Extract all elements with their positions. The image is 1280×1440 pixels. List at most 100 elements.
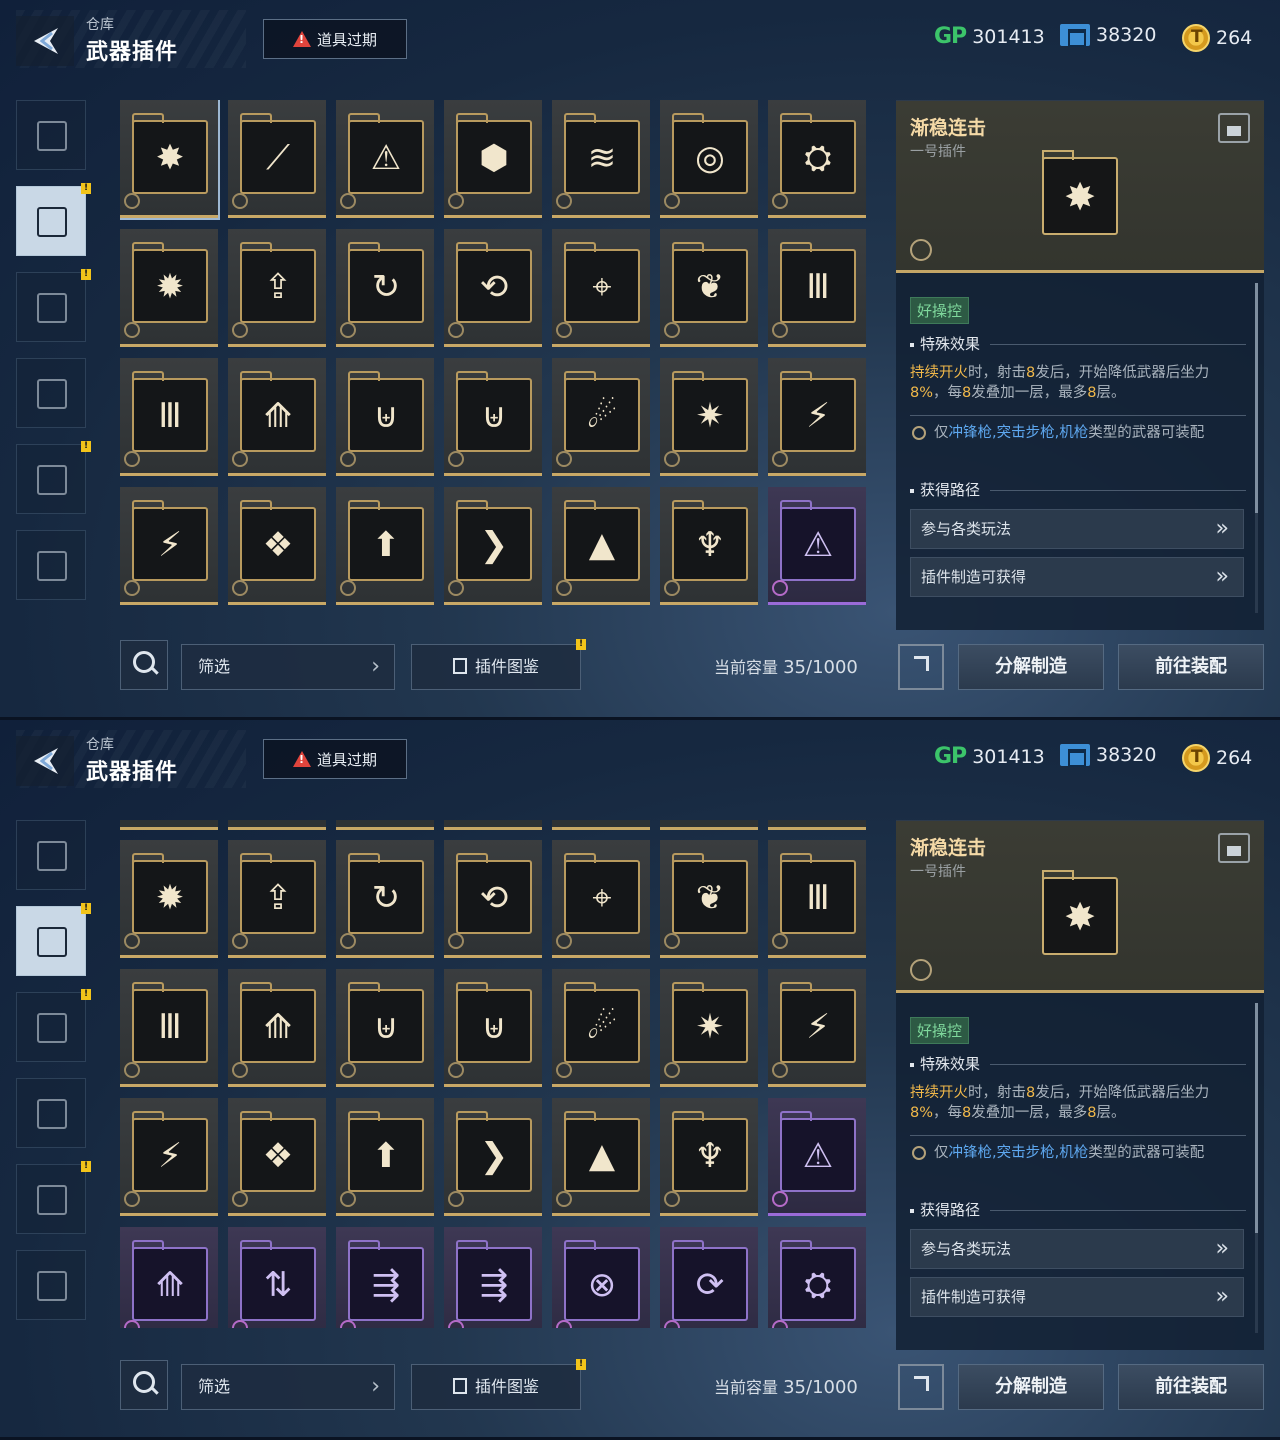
plugin-slot[interactable]: ⟳ [660, 1227, 758, 1328]
rail-item-plugin[interactable]: ! [16, 183, 91, 256]
rail-item-gun[interactable] [16, 100, 86, 170]
plugin-slot[interactable]: ▲ [552, 1098, 650, 1216]
plugin-slot[interactable]: ⟲ [444, 840, 542, 958]
rail-item-grenade[interactable]: ! [16, 989, 91, 1062]
lock-icon[interactable] [1218, 113, 1250, 143]
plugin-slot[interactable]: ❦ [660, 840, 758, 958]
plugin-slot[interactable]: ⇪ [228, 840, 326, 958]
rail-item-badge[interactable] [16, 530, 86, 600]
route-play-modes[interactable]: 参与各类玩法 » [910, 1229, 1244, 1269]
detail-scrollbar[interactable] [1255, 1003, 1258, 1333]
rail-item-character[interactable]: ! [16, 441, 91, 514]
plugin-slot[interactable]: ⚡ [120, 1098, 218, 1216]
plugin-slot[interactable]: Ⅲ [768, 229, 866, 347]
share-icon[interactable] [898, 1364, 944, 1410]
plugin-slot[interactable]: ❯ [444, 1098, 542, 1216]
plugin-slot[interactable]: ≋ [552, 100, 650, 218]
plugin-slot[interactable]: ⟋ [228, 100, 326, 218]
plugin-slot[interactable]: ⚡ [120, 487, 218, 605]
plugin-slot[interactable]: ◎ [660, 100, 758, 218]
plugin-slot[interactable]: ✷ [660, 358, 758, 476]
plugin-slot[interactable]: ⚡ [768, 969, 866, 1087]
back-button[interactable] [16, 736, 74, 786]
route-crafting[interactable]: 插件制造可获得 » [910, 1277, 1244, 1317]
rail-item-badge[interactable] [16, 1250, 86, 1320]
rail-item-gun[interactable] [16, 820, 86, 890]
plugin-slot[interactable]: ⊎ [444, 969, 542, 1087]
plugin-frame: Ⅲ [132, 982, 208, 1063]
rail-item-skin[interactable] [16, 358, 86, 428]
plugin-slot[interactable]: ↻ [336, 840, 434, 958]
filter-dropdown[interactable]: 筛选 › [181, 1364, 395, 1410]
plugin-slot[interactable]: ✹ [120, 840, 218, 958]
decompose-button[interactable]: 分解制造 [958, 1364, 1104, 1410]
plugin-frame: ✷ [672, 982, 748, 1063]
lock-icon[interactable] [1218, 833, 1250, 863]
expired-items-button[interactable]: 道具过期 [263, 19, 407, 59]
plugin-slot[interactable]: ☄ [552, 969, 650, 1087]
share-icon[interactable] [898, 644, 944, 690]
plugin-frame: ≋ [564, 113, 640, 194]
plugin-slot[interactable]: ☄ [552, 358, 650, 476]
double-chevron-icon: » [1215, 516, 1229, 541]
detail-scrollbar[interactable] [1255, 283, 1258, 613]
route-crafting[interactable]: 插件制造可获得 » [910, 557, 1244, 597]
plugin-slot[interactable]: ⟰ [228, 358, 326, 476]
plugin-slot[interactable]: ↻ [336, 229, 434, 347]
plugin-slot[interactable]: ⌖ [552, 229, 650, 347]
plugin-slot[interactable]: ⇅ [228, 1227, 326, 1328]
plugin-frame: ♆ [672, 500, 748, 581]
plugin-slot[interactable]: ⬆ [336, 1098, 434, 1216]
plugin-slot[interactable]: Ⅲ [120, 358, 218, 476]
plugin-slot[interactable]: ❦ [660, 229, 758, 347]
plugin-slot[interactable]: ⌖ [552, 840, 650, 958]
plugin-slot[interactable]: ❖ [228, 487, 326, 605]
plugin-slot[interactable]: ♆ [660, 1098, 758, 1216]
rail-item-skin[interactable] [16, 1078, 86, 1148]
plugin-slot[interactable]: ⟲ [444, 229, 542, 347]
search-button[interactable] [120, 1360, 168, 1410]
plugin-slot[interactable]: ⟰ [228, 969, 326, 1087]
plugin-slot[interactable]: ⊗ [552, 1227, 650, 1328]
rail-item-grenade[interactable]: ! [16, 269, 91, 342]
plugin-slot[interactable]: ⊎ [336, 969, 434, 1087]
plugin-slot[interactable]: ⚡ [768, 358, 866, 476]
plugin-slot[interactable]: ⚠ [336, 100, 434, 218]
plugin-atlas-button[interactable]: 插件图鉴 ! [411, 639, 586, 690]
back-button[interactable] [16, 16, 74, 66]
plugin-slot[interactable]: ⚠ [768, 487, 866, 605]
plugin-slot[interactable]: ⊎ [444, 358, 542, 476]
plugin-slot[interactable]: ✸ [120, 100, 220, 220]
plugin-atlas-button[interactable]: 插件图鉴 ! [411, 1359, 586, 1410]
plugin-slot[interactable]: ▲ [552, 487, 650, 605]
plugin-slot[interactable]: ✹ [120, 229, 218, 347]
plugin-slot[interactable]: Ⅲ [120, 969, 218, 1087]
plugin-slot[interactable]: ⟰ [120, 1227, 218, 1328]
route-play-modes[interactable]: 参与各类玩法 » [910, 509, 1244, 549]
effect-highlight: 8 [962, 1105, 972, 1121]
filter-dropdown[interactable]: 筛选 › [181, 644, 395, 690]
plugin-slot[interactable]: ⊎ [336, 358, 434, 476]
plugin-slot[interactable]: ❯ [444, 487, 542, 605]
rail-item-character[interactable]: ! [16, 1161, 91, 1234]
equip-button[interactable]: 前往装配 [1118, 644, 1264, 690]
plugin-slot[interactable]: ⇶ [444, 1227, 542, 1328]
notification-badge: ! [81, 1161, 91, 1172]
plugin-slot[interactable]: ✷ [660, 969, 758, 1087]
search-button[interactable] [120, 640, 168, 690]
plugin-slot[interactable]: ⛭ [768, 1227, 866, 1328]
equip-button[interactable]: 前往装配 [1118, 1364, 1264, 1410]
plugin-slot[interactable]: ⇪ [228, 229, 326, 347]
rail-item-plugin[interactable]: ! [16, 903, 91, 976]
expired-items-button[interactable]: 道具过期 [263, 739, 407, 779]
plugin-slot[interactable]: ⚠ [768, 1098, 866, 1216]
plugin-slot[interactable]: ❖ [228, 1098, 326, 1216]
decompose-button[interactable]: 分解制造 [958, 644, 1104, 690]
back-arrow-icon [34, 28, 58, 54]
plugin-slot[interactable]: Ⅲ [768, 840, 866, 958]
plugin-slot[interactable]: ⬢ [444, 100, 542, 218]
plugin-slot[interactable]: ♆ [660, 487, 758, 605]
plugin-slot[interactable]: ⬆ [336, 487, 434, 605]
plugin-slot[interactable]: ⛭ [768, 100, 866, 218]
plugin-slot[interactable]: ⇶ [336, 1227, 434, 1328]
